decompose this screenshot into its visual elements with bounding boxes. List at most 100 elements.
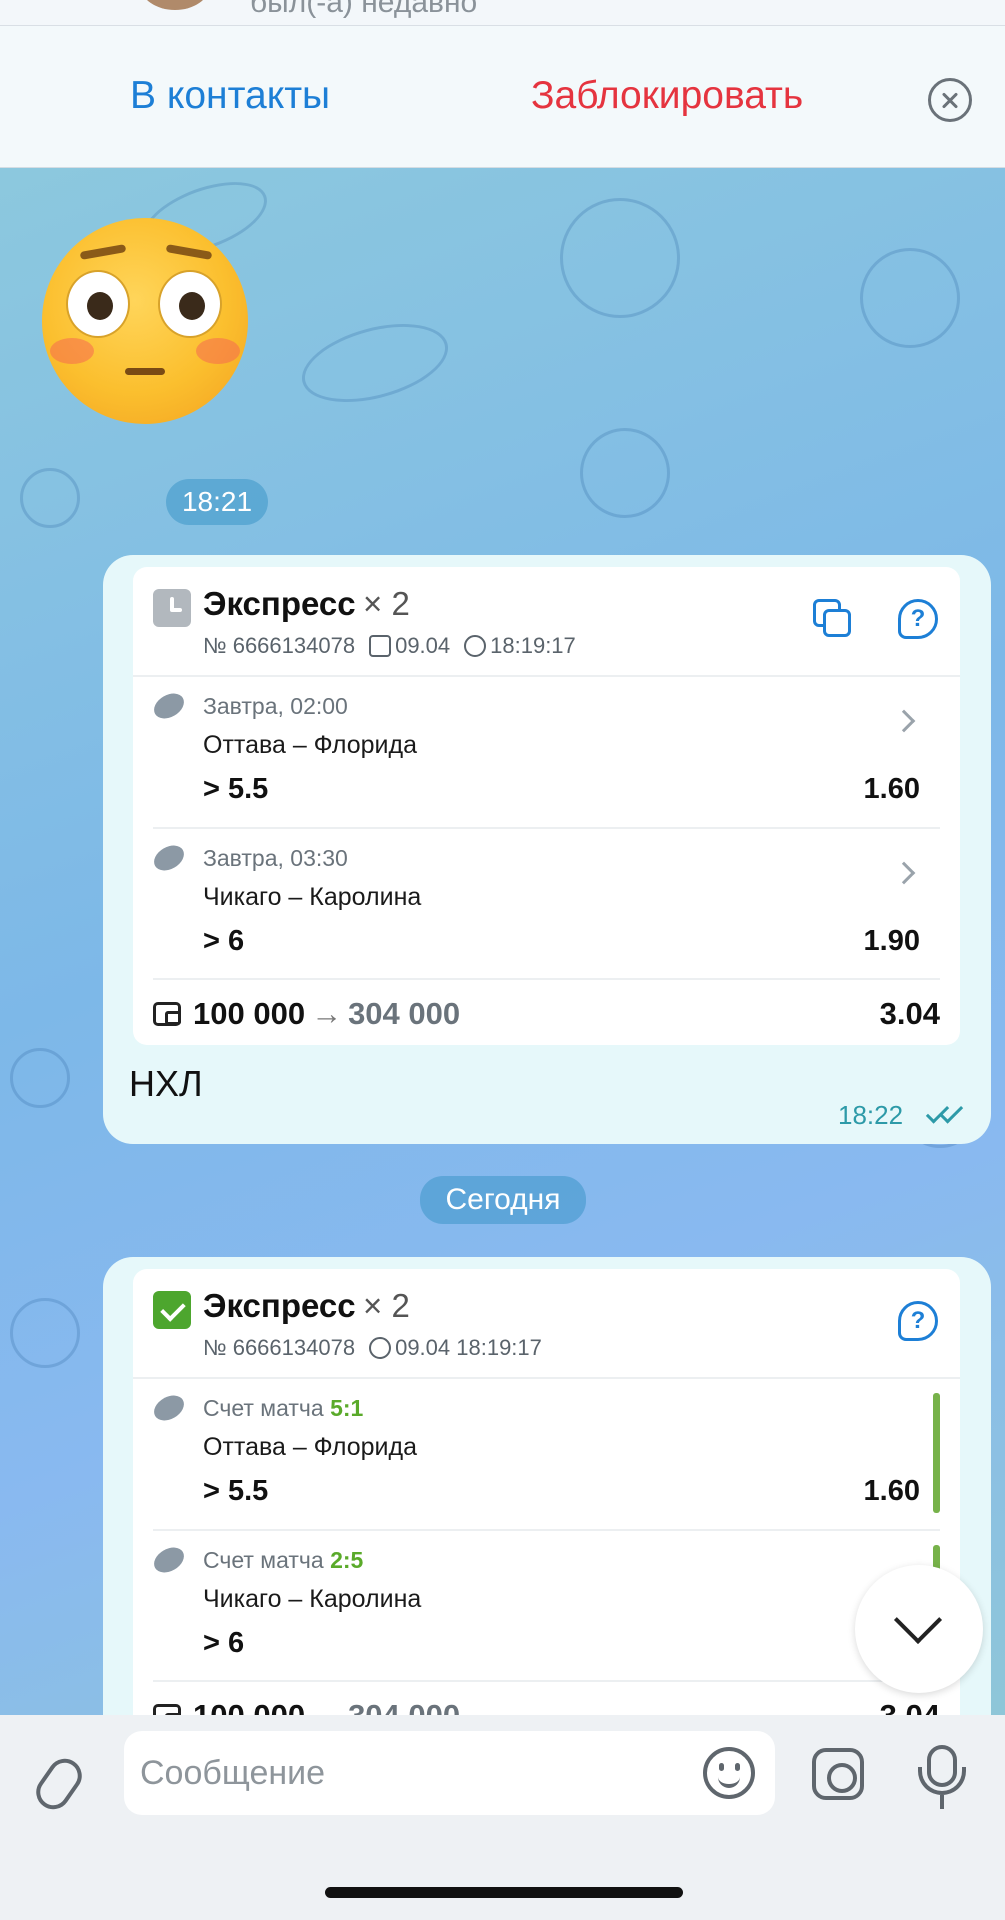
- leg-pick: > 6: [203, 1627, 245, 1659]
- close-icon[interactable]: [928, 78, 972, 122]
- chevron-right-icon: [892, 709, 916, 733]
- date-separator: Сегодня: [420, 1176, 586, 1224]
- message-text: НХЛ: [129, 1063, 203, 1104]
- wallet-icon: [153, 1002, 181, 1026]
- bet-title: Экспресс: [203, 1287, 356, 1324]
- chevron-down-icon: [893, 1595, 943, 1645]
- message-input[interactable]: [124, 1731, 775, 1815]
- emoji-blush: [50, 338, 94, 364]
- calendar-icon: [369, 635, 392, 657]
- smile-icon[interactable]: [703, 1747, 755, 1799]
- stake-arrow: →: [311, 1698, 342, 1715]
- chat-header-strip: был(-а) недавно: [0, 0, 1005, 26]
- leg-pick: > 6: [203, 925, 245, 957]
- double-check-icon: [925, 1100, 966, 1124]
- bet-leg[interactable]: Завтра, 03:30 Чикаго – Каролина > 6 1.90: [149, 829, 940, 980]
- emoji-brow: [79, 244, 127, 260]
- bet-footer: 100 000 → 304 000 3.04: [153, 1682, 940, 1715]
- bet-stake: 100 000 → 304 000: [193, 1698, 460, 1715]
- hockey-puck-icon: [149, 1542, 189, 1578]
- bet-meta: № 6666134078 09.04 18:19:17: [203, 1335, 542, 1361]
- bet-date: 09.04: [395, 633, 451, 658]
- leg-match: Чикаго – Каролина: [203, 1585, 422, 1613]
- background-doodle: [560, 198, 680, 318]
- emoji-blush: [196, 338, 240, 364]
- bet-leg[interactable]: Завтра, 02:00 Оттава – Флорида > 5.5 1.6…: [149, 677, 940, 829]
- last-seen-status: был(-а) недавно: [250, 0, 478, 19]
- check-icon: [153, 1291, 191, 1329]
- leg-odd: 1.60: [863, 1475, 920, 1507]
- total-odd: 3.04: [879, 996, 940, 1031]
- hockey-puck-icon: [149, 688, 189, 724]
- leg-status-label: Счет матча: [203, 1547, 324, 1573]
- microphone-icon-base: [918, 1767, 966, 1795]
- leg-match: Оттава – Флорида: [203, 731, 417, 759]
- leg-match: Оттава – Флорида: [203, 1433, 417, 1461]
- bet-leg[interactable]: Счет матча 5:1 Оттава – Флорида > 5.5 1.…: [149, 1379, 940, 1531]
- background-doodle: [860, 248, 960, 348]
- clock-icon: [153, 589, 191, 627]
- leg-status: Счет матча 2:5: [203, 1547, 363, 1574]
- bet-footer: 100 000→304 000 3.04: [153, 980, 940, 1045]
- bet-card[interactable]: Экспресс × 2 № 6666134078 09.04 18:19:17 …: [133, 1269, 960, 1715]
- leg-pick: > 5.5: [203, 773, 269, 805]
- avatar[interactable]: [140, 0, 210, 10]
- background-doodle: [580, 428, 670, 518]
- leg-status: Счет матча 5:1: [203, 1395, 363, 1422]
- emoji-brow: [165, 244, 213, 260]
- background-doodle: [293, 309, 457, 417]
- leg-win-indicator: [933, 1393, 940, 1513]
- bet-meta: № 6666134078 09.04 18:19:17: [203, 633, 576, 659]
- leg-time: Завтра, 02:00: [203, 693, 348, 719]
- total-odd: 3.04: [880, 1698, 940, 1715]
- flushed-face-emoji[interactable]: [42, 218, 248, 424]
- home-indicator: [325, 1887, 683, 1898]
- bet-stake: 100 000→304 000: [193, 996, 460, 1032]
- stake-amount: 100 000: [193, 1698, 305, 1715]
- leg-status-label: Счет матча: [203, 1395, 324, 1421]
- leg-score: 2:5: [330, 1547, 364, 1573]
- leg-odd: 1.90: [863, 925, 920, 957]
- bet-time: 18:19:17: [490, 633, 576, 658]
- payout-amount: 304 000: [348, 1698, 460, 1715]
- stake-amount: 100 000: [193, 996, 306, 1031]
- emoji-eye: [158, 270, 222, 338]
- background-doodle: [10, 1048, 70, 1108]
- bet-card-header: Экспресс × 2 № 6666134078 09.04 18:19:17 …: [133, 1269, 960, 1379]
- bet-multiplier: × 2: [363, 1287, 410, 1324]
- message-bubble[interactable]: Экспресс × 2 № 6666134078 09.04 18:19:17 ?…: [103, 555, 991, 1144]
- emoji-mouth: [125, 368, 165, 375]
- copy-icon[interactable]: [813, 599, 853, 639]
- leg-time: Завтра, 03:30: [203, 845, 348, 871]
- message-time: 18:22: [838, 1100, 904, 1130]
- bet-card[interactable]: Экспресс × 2 № 6666134078 09.04 18:19:17 ?…: [133, 567, 960, 1045]
- emoji-pupil: [87, 292, 113, 320]
- bet-multiplier: × 2: [363, 585, 410, 622]
- payout-amount: 304 000: [348, 996, 461, 1031]
- leg-score: 5:1: [330, 1395, 364, 1421]
- hockey-puck-icon: [149, 1390, 189, 1426]
- chevron-right-icon: [892, 861, 916, 885]
- clock-icon: [369, 1337, 392, 1359]
- contact-action-bar: В контакты Заблокировать: [0, 26, 1005, 168]
- bet-leg[interactable]: Счет матча 2:5 Чикаго – Каролина > 6: [149, 1531, 940, 1682]
- wallet-icon: [153, 1704, 181, 1715]
- leg-odd: 1.60: [863, 773, 920, 805]
- add-to-contacts-button[interactable]: В контакты: [130, 74, 330, 118]
- camera-icon[interactable]: [812, 1748, 864, 1800]
- help-icon[interactable]: ?: [898, 599, 938, 639]
- hockey-puck-icon: [149, 840, 189, 876]
- bet-number: № 6666134078: [203, 1335, 356, 1360]
- bet-title: Экспресс: [203, 585, 356, 622]
- clock-icon: [464, 635, 487, 657]
- scroll-down-button[interactable]: [855, 1565, 983, 1693]
- emoji-pupil: [179, 292, 205, 320]
- help-icon[interactable]: ?: [898, 1301, 938, 1341]
- sticker-time: 18:21: [166, 479, 268, 525]
- bet-number: № 6666134078: [203, 633, 356, 658]
- chat-area[interactable]: 18:21 Экспресс × 2 № 6666134078 09.04 18:1…: [0, 168, 1005, 1715]
- emoji-eye: [66, 270, 130, 338]
- block-button[interactable]: Заблокировать: [531, 74, 803, 118]
- paperclip-icon[interactable]: [29, 1752, 89, 1816]
- leg-match: Чикаго – Каролина: [203, 883, 422, 911]
